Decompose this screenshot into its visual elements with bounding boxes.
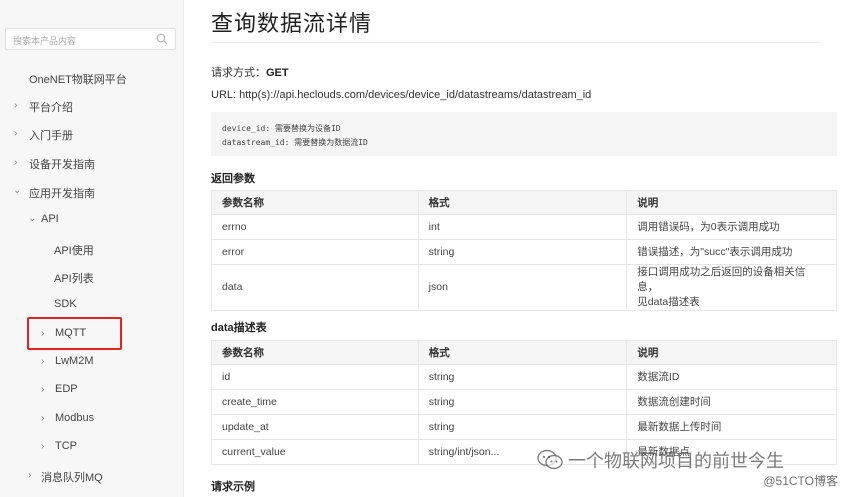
table-cell: string [417, 414, 628, 440]
table-header-row: 参数名称 格式 说明 [211, 190, 837, 215]
request-method-label: 请求方式： [211, 67, 266, 79]
table-cell: current_value [211, 439, 419, 465]
sidebar-item-api-usage[interactable]: API使用 [54, 242, 94, 258]
search-icon[interactable] [156, 33, 168, 45]
chevron-right-icon: › [14, 157, 18, 168]
table-cell: create_time [211, 389, 419, 415]
chevron-right-icon: › [41, 356, 45, 367]
table-row: create_time string 数据流创建时间 [211, 389, 837, 415]
return-params-heading: 返回参数 [211, 173, 255, 185]
table-cell: 数据流创建时间 [626, 389, 837, 415]
chevron-right-icon: › [41, 441, 45, 452]
sidebar-item-lwm2m[interactable]: LwM2M [55, 355, 94, 367]
table-cell: 调用错误码，为0表示调用成功 [626, 214, 837, 240]
table-cell: string [417, 364, 628, 390]
sidebar-item-mq[interactable]: 消息队列MQ [41, 469, 103, 485]
table-cell: 错误描述，为"succ"表示调用成功 [626, 239, 837, 265]
table-cell: json [417, 264, 628, 311]
table-cell: 接口调用成功之后返回的设备相关信息， 见data描述表 [626, 264, 837, 311]
sidebar-item-api-list[interactable]: API列表 [54, 270, 94, 286]
sidebar-item-onenet[interactable]: OneNET物联网平台 [29, 71, 127, 87]
chevron-down-icon: ⌄ [28, 213, 37, 224]
cell-line: 接口调用成功之后返回的设备相关信息， [637, 266, 806, 293]
request-method-value: GET [266, 67, 289, 79]
table-row: errno int 调用错误码，为0表示调用成功 [211, 214, 837, 240]
main-content: 查询数据流详情 请求方式：GET URL: http(s)://api.hecl… [184, 0, 848, 497]
table-cell: string [417, 389, 628, 415]
sidebar-item-getting-started[interactable]: 入门手册 [29, 127, 73, 143]
chevron-right-icon: › [41, 413, 45, 424]
sidebar-item-api[interactable]: API [41, 213, 59, 225]
code-line: datastream_id: 需要替换为数据流ID [222, 138, 368, 147]
column-header: 说明 [626, 340, 837, 365]
table-cell: 最新数据上传时间 [626, 414, 837, 440]
sidebar-item-modbus[interactable]: Modbus [55, 412, 94, 424]
page-title: 查询数据流详情 [211, 11, 373, 36]
table-row: id string 数据流ID [211, 364, 837, 390]
title-divider [211, 42, 821, 43]
table-row: error string 错误描述，为"succ"表示调用成功 [211, 239, 837, 265]
sidebar-item-tcp[interactable]: TCP [55, 440, 77, 452]
column-header: 参数名称 [211, 190, 419, 215]
column-header: 参数名称 [211, 340, 419, 365]
code-line: device_id: 需要替换为设备ID [222, 124, 341, 133]
sidebar-item-edp[interactable]: EDP [55, 383, 78, 395]
chevron-right-icon: › [28, 470, 32, 481]
mqtt-highlight-box [27, 317, 122, 350]
cell-line: 见data描述表 [637, 296, 700, 308]
column-header: 格式 [417, 340, 628, 365]
request-method-line: 请求方式：GET [211, 64, 289, 80]
sidebar-item-platform-intro[interactable]: 平台介绍 [29, 99, 73, 115]
search-input[interactable]: 搜索本产品内容 [5, 28, 176, 50]
column-header: 格式 [417, 190, 628, 215]
table-row: data json 接口调用成功之后返回的设备相关信息， 见data描述表 [211, 264, 837, 311]
table-header-row: 参数名称 格式 说明 [211, 340, 837, 365]
code-block: device_id: 需要替换为设备ID datastream_id: 需要替换… [211, 112, 837, 156]
chevron-right-icon: › [41, 384, 45, 395]
chevron-right-icon: › [14, 128, 18, 139]
request-example-heading: 请求示例 [211, 481, 255, 493]
watermark: 一个物联网项目的前世今生 [536, 447, 784, 473]
search-placeholder: 搜索本产品内容 [13, 36, 77, 46]
sidebar-item-device-dev[interactable]: 设备开发指南 [29, 156, 95, 172]
wechat-icon [537, 449, 563, 470]
data-desc-heading: data描述表 [211, 322, 267, 334]
table-cell: id [211, 364, 419, 390]
sidebar-item-app-dev[interactable]: 应用开发指南 [29, 185, 95, 201]
request-url: URL: http(s)://api.heclouds.com/devices/… [211, 89, 592, 101]
table-row: update_at string 最新数据上传时间 [211, 414, 837, 440]
chevron-down-icon: ⌄ [13, 185, 22, 196]
table-cell: error [211, 239, 419, 265]
column-header: 说明 [626, 190, 837, 215]
table-cell: 数据流ID [626, 364, 837, 390]
chevron-right-icon: › [14, 100, 18, 111]
table-cell: int [417, 214, 628, 240]
sidebar-nav: 搜索本产品内容 OneNET物联网平台 › 平台介绍 › 入门手册 › 设备开发… [0, 0, 184, 497]
table-cell: string [417, 239, 628, 265]
watermark-source: @51CTO博客 [763, 474, 838, 488]
watermark-text: 一个物联网项目的前世今生 [568, 451, 784, 471]
table-cell: data [211, 264, 419, 311]
table-cell: errno [211, 214, 419, 240]
table-cell: update_at [211, 414, 419, 440]
return-params-table: 参数名称 格式 说明 errno int 调用错误码，为0表示调用成功 erro… [211, 190, 837, 311]
sidebar-item-sdk[interactable]: SDK [54, 298, 77, 310]
